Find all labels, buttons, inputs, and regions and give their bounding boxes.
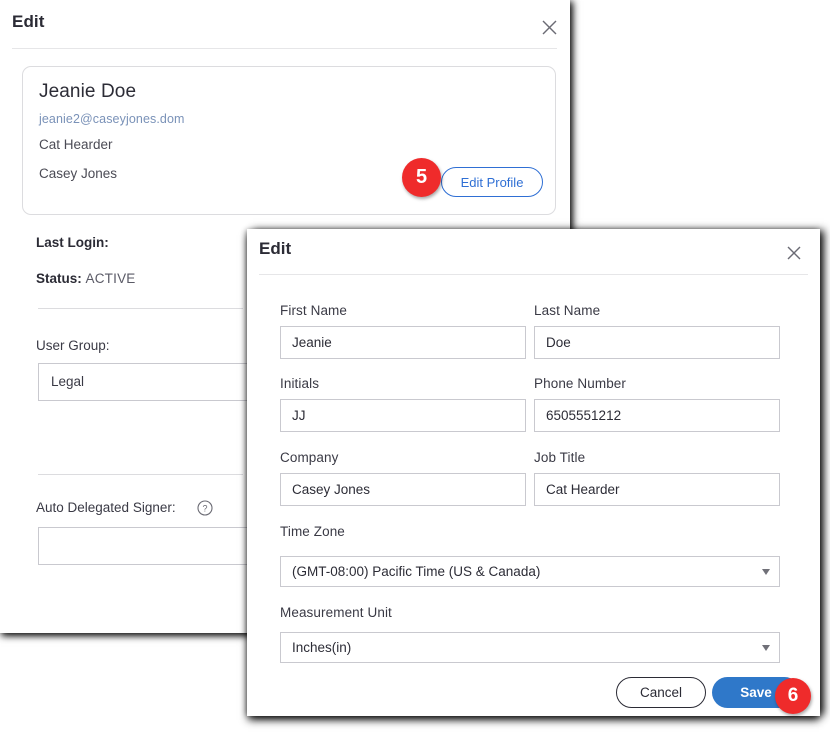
edit-profile-dialog: Edit First Name Jeanie Last Name Doe Ini… bbox=[247, 229, 820, 716]
user-group-field[interactable]: Legal bbox=[38, 363, 250, 401]
dialog-title: Edit bbox=[12, 12, 45, 31]
close-icon[interactable] bbox=[538, 16, 564, 42]
user-group-label: User Group: bbox=[36, 338, 110, 353]
section-divider-2 bbox=[38, 474, 243, 475]
time-zone-label: Time Zone bbox=[280, 524, 345, 539]
step-badge-5: 5 bbox=[402, 158, 441, 197]
measurement-unit-select[interactable]: Inches(in) bbox=[280, 632, 780, 663]
first-name-label: First Name bbox=[280, 303, 348, 318]
help-circle-icon[interactable]: ? bbox=[197, 500, 213, 516]
cancel-button[interactable]: Cancel bbox=[616, 677, 706, 708]
job-title-label: Job Title bbox=[534, 450, 586, 465]
edit-user-dialog-header: Edit bbox=[0, 0, 570, 48]
profile-job-title: Cat Hearder bbox=[39, 137, 113, 152]
chevron-down-icon bbox=[762, 644, 770, 651]
initials-label: Initials bbox=[280, 376, 320, 391]
status-label: Status: bbox=[36, 271, 82, 286]
dialog-title: Edit bbox=[259, 239, 292, 258]
auto-delegated-signer-label: Auto Delegated Signer: bbox=[36, 500, 176, 515]
status-value: ACTIVE bbox=[85, 271, 136, 286]
measurement-unit-label: Measurement Unit bbox=[280, 605, 392, 620]
status-row: Status: ACTIVE bbox=[36, 271, 136, 286]
last-login-label: Last Login: bbox=[36, 235, 109, 250]
phone-number-label: Phone Number bbox=[534, 376, 627, 391]
last-name-label: Last Name bbox=[534, 303, 601, 318]
profile-company: Casey Jones bbox=[39, 166, 118, 181]
svg-text:?: ? bbox=[202, 504, 207, 514]
phone-number-input[interactable]: 6505551212 bbox=[534, 399, 780, 432]
section-divider-1 bbox=[38, 308, 243, 309]
last-name-input[interactable]: Doe bbox=[534, 326, 780, 359]
initials-input[interactable]: JJ bbox=[280, 399, 526, 432]
profile-summary-card: Jeanie Doe jeanie2@caseyjones.dom Cat He… bbox=[22, 66, 556, 215]
edit-profile-button[interactable]: Edit Profile bbox=[441, 167, 543, 197]
job-title-input[interactable]: Cat Hearder bbox=[534, 473, 780, 506]
close-icon[interactable] bbox=[783, 242, 807, 266]
company-label: Company bbox=[280, 450, 339, 465]
profile-name: Jeanie Doe bbox=[39, 81, 137, 102]
header-divider bbox=[259, 274, 808, 275]
time-zone-selected-value: (GMT-08:00) Pacific Time (US & Canada) bbox=[292, 564, 541, 579]
edit-profile-dialog-body: Edit First Name Jeanie Last Name Doe Ini… bbox=[247, 229, 820, 716]
measurement-unit-selected-value: Inches(in) bbox=[292, 640, 352, 655]
header-divider bbox=[12, 48, 557, 49]
auto-delegated-signer-field[interactable] bbox=[38, 527, 250, 565]
first-name-input[interactable]: Jeanie bbox=[280, 326, 526, 359]
chevron-down-icon bbox=[762, 568, 770, 575]
step-badge-6: 6 bbox=[775, 678, 811, 714]
time-zone-select[interactable]: (GMT-08:00) Pacific Time (US & Canada) bbox=[280, 556, 780, 587]
company-input[interactable]: Casey Jones bbox=[280, 473, 526, 506]
profile-email[interactable]: jeanie2@caseyjones.dom bbox=[39, 112, 185, 126]
